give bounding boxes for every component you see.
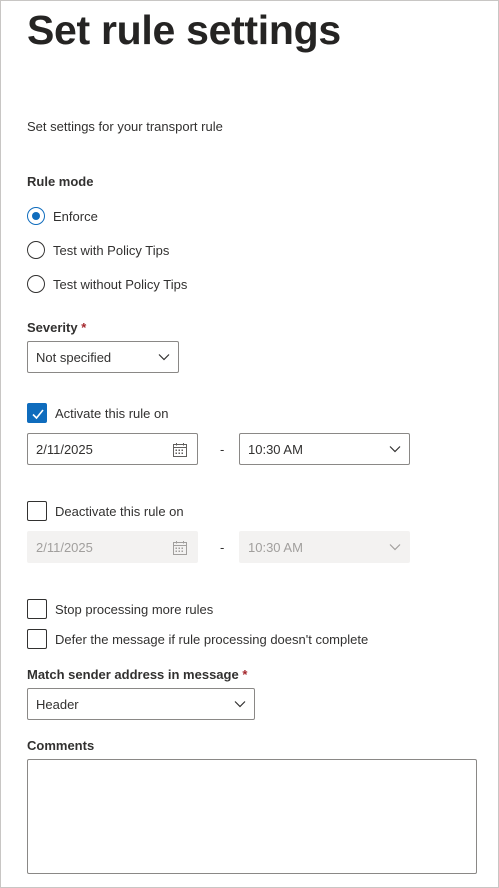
activate-time-value: 10:30 AM (248, 442, 303, 457)
severity-value: Not specified (36, 350, 112, 365)
defer-message-checkbox[interactable]: Defer the message if rule processing doe… (27, 629, 427, 649)
stop-processing-checkbox[interactable]: Stop processing more rules (27, 599, 287, 619)
page-subtitle: Set settings for your transport rule (27, 119, 223, 134)
stop-processing-label: Stop processing more rules (55, 602, 214, 617)
deactivate-date-input: 2/11/2025 (27, 531, 198, 563)
radio-test-without-policy-tips[interactable]: Test without Policy Tips (27, 275, 227, 295)
severity-label: Severity * (27, 320, 86, 335)
checkbox[interactable] (27, 599, 47, 619)
match-sender-label-text: Match sender address in message (27, 667, 239, 682)
radio-label: Test without Policy Tips (53, 277, 188, 292)
checkbox[interactable] (27, 501, 47, 521)
match-sender-value: Header (36, 697, 79, 712)
match-sender-dropdown[interactable]: Header (27, 688, 255, 720)
deactivate-time-dropdown: 10:30 AM (239, 531, 410, 563)
match-sender-label: Match sender address in message * (27, 667, 247, 682)
comments-label: Comments (27, 738, 95, 753)
radio-label: Enforce (53, 209, 98, 224)
calendar-icon[interactable] (172, 442, 188, 458)
required-mark: * (242, 667, 248, 682)
comments-textarea[interactable] (27, 759, 477, 874)
chevron-down-icon (389, 544, 401, 551)
activate-date-input[interactable]: 2/11/2025 (27, 433, 198, 465)
deactivate-rule-checkbox[interactable]: Deactivate this rule on (27, 501, 247, 521)
checkbox[interactable] (27, 629, 47, 649)
deactivate-date-value: 2/11/2025 (36, 540, 93, 555)
rule-settings-panel: Set rule settings Set settings for your … (0, 0, 499, 888)
activate-time-dropdown[interactable]: 10:30 AM (239, 433, 410, 465)
page-title: Set rule settings (27, 7, 341, 53)
required-mark: * (81, 320, 87, 335)
activate-date-value: 2/11/2025 (36, 442, 93, 457)
activate-rule-checkbox[interactable]: Activate this rule on (27, 403, 247, 423)
date-time-separator: - (220, 540, 225, 555)
radio-button[interactable] (27, 241, 45, 259)
severity-label-text: Severity (27, 320, 78, 335)
radio-test-with-policy-tips[interactable]: Test with Policy Tips (27, 241, 227, 261)
chevron-down-icon (234, 701, 246, 708)
activate-rule-label: Activate this rule on (55, 406, 169, 421)
checkbox-checked[interactable] (27, 403, 47, 423)
calendar-icon (173, 541, 187, 555)
checkmark-icon (32, 409, 44, 420)
deactivate-time-value: 10:30 AM (248, 540, 303, 555)
radio-enforce[interactable]: Enforce (27, 207, 227, 227)
radio-button[interactable] (27, 275, 45, 293)
chevron-down-icon (158, 354, 170, 361)
radio-button-selected[interactable] (27, 207, 45, 225)
chevron-down-icon (389, 446, 401, 453)
date-time-separator: - (220, 442, 225, 457)
severity-dropdown[interactable]: Not specified (27, 341, 179, 373)
radio-label: Test with Policy Tips (53, 243, 170, 258)
deactivate-rule-label: Deactivate this rule on (55, 504, 184, 519)
rule-mode-label: Rule mode (27, 174, 94, 189)
defer-message-label: Defer the message if rule processing doe… (55, 632, 369, 647)
